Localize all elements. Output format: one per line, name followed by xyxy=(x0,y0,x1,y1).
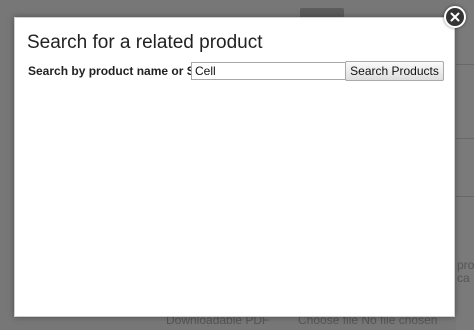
background-divider xyxy=(456,196,474,197)
related-product-modal: Search for a related product Search by p… xyxy=(14,17,455,317)
search-label: Search by product name or SKU xyxy=(28,64,213,78)
modal-title: Search for a related product xyxy=(27,32,263,53)
search-products-button[interactable]: Search Products xyxy=(345,61,444,81)
close-icon xyxy=(450,12,460,22)
background-text: pro xyxy=(457,258,474,272)
background-text: ca xyxy=(457,271,470,285)
close-modal-button[interactable] xyxy=(444,6,466,28)
search-input[interactable] xyxy=(191,62,349,80)
background-divider xyxy=(456,138,474,139)
background-divider xyxy=(456,64,474,65)
